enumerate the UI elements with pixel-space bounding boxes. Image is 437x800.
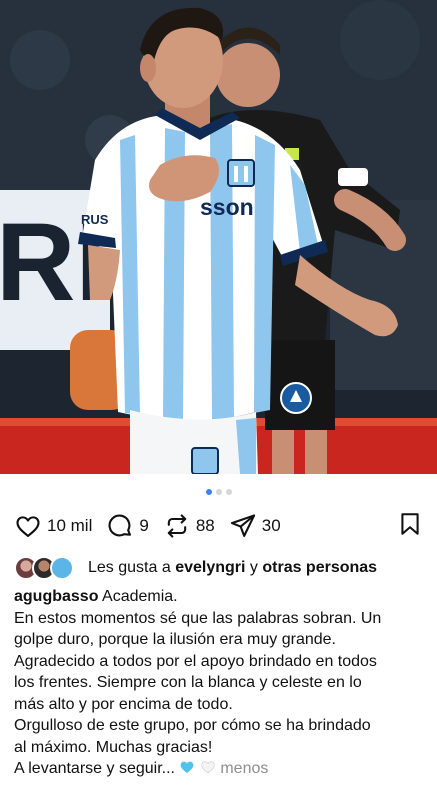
post-caption: agugbasso Academia. En estos momentos sé… (14, 586, 426, 780)
caption-username[interactable]: agugbasso (14, 588, 98, 605)
caption-line: En estos momentos sé que las palabras so… (14, 609, 382, 627)
caption-first-line: Academia. (102, 588, 178, 605)
carousel-dot-1[interactable] (205, 489, 212, 495)
bookmark-icon (401, 512, 419, 535)
comment-button[interactable]: 9 (106, 512, 149, 540)
like-button[interactable]: 10 mil (14, 512, 92, 540)
sponsor-sleeve-text: RUS (81, 212, 109, 227)
repost-count: 88 (195, 516, 215, 535)
liked-by-prefix: Les gusta a (88, 559, 171, 576)
post-image[interactable]: RE RUS sson (0, 0, 437, 474)
like-count: 10 mil (47, 516, 93, 535)
save-button[interactable] (397, 510, 423, 543)
carousel-indicator (0, 489, 437, 495)
carousel-dot-2[interactable] (215, 489, 222, 495)
white-heart-icon (201, 761, 215, 774)
liked-by-others[interactable]: otras personas (262, 559, 377, 576)
repost-button[interactable]: 88 (163, 512, 215, 540)
liked-by-row[interactable]: Les gusta a evelyngri y otras personas (14, 556, 423, 580)
comment-icon (108, 514, 132, 537)
caption-line: Orgulloso de este grupo, por cómo se ha … (14, 717, 371, 734)
caption-line: al máximo. Muchas gracias! (14, 738, 213, 756)
liked-by-text: Les gusta a evelyngri y otras personas (88, 559, 377, 577)
avatar (50, 556, 74, 580)
share-button[interactable]: 30 (229, 512, 281, 540)
caption-line: más alto y por encima de todo. (14, 695, 233, 713)
less-link[interactable]: menos (220, 760, 268, 777)
share-count: 30 (261, 516, 281, 535)
heart-icon (16, 516, 40, 537)
liker-avatars (14, 556, 74, 580)
post-action-bar: 10 mil 9 88 30 (14, 510, 423, 542)
chest-sponsor-text: sson (200, 194, 254, 220)
caption-line: golpe duro, porque la ilusión era muy gr… (14, 631, 336, 648)
repost-icon (167, 514, 187, 538)
liked-by-user[interactable]: evelyngri (175, 559, 245, 576)
caption-line: Agradecido a todos por el apoyo brindado… (14, 652, 377, 670)
caption-last-line: A levantarse y seguir... (14, 760, 175, 777)
comment-count: 9 (139, 516, 149, 535)
send-icon (230, 514, 255, 537)
caption-line: los frentes. Siempre con la blanca y cel… (14, 674, 362, 691)
player-photo: RE RUS sson (0, 0, 437, 474)
liked-by-connector: y (249, 559, 258, 576)
carousel-dot-3[interactable] (225, 489, 232, 495)
light-blue-heart-icon (181, 761, 194, 773)
